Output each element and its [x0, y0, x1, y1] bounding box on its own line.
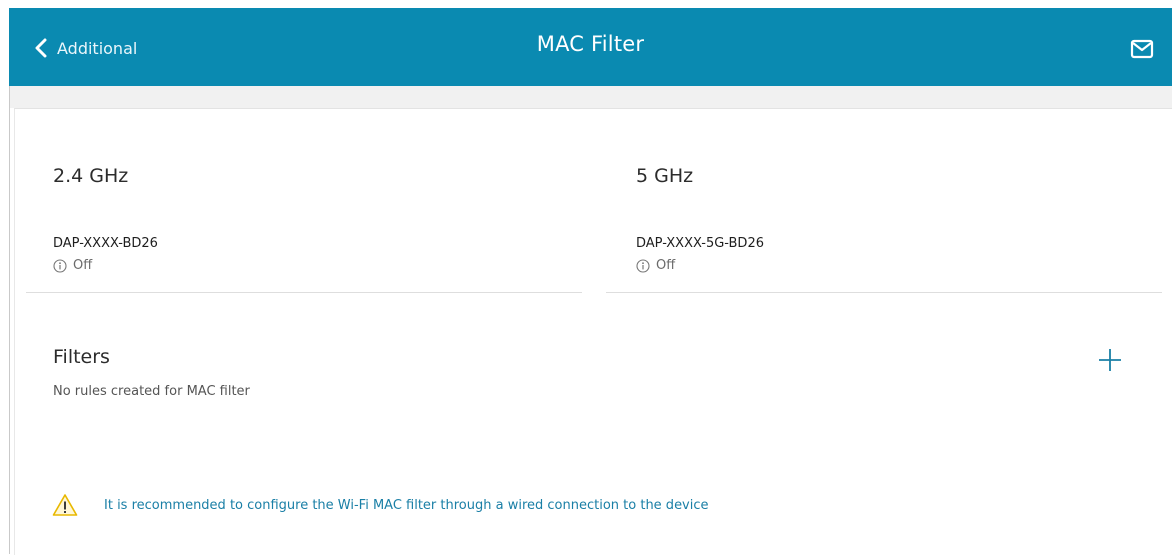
page-header: Additional MAC Filter	[9, 8, 1172, 86]
band-title-5ghz: 5 GHz	[636, 165, 694, 187]
window-top-margin	[0, 0, 1172, 8]
ssid-5ghz: DAP-XXXX-5G-BD26	[636, 236, 764, 251]
warning-triangle-icon	[52, 494, 78, 516]
content-card	[14, 108, 1172, 555]
divider-2-4ghz	[26, 292, 582, 293]
info-icon[interactable]	[636, 258, 650, 273]
window-left-margin	[0, 8, 9, 554]
status-label: Off	[73, 258, 93, 273]
info-icon[interactable]	[53, 258, 67, 273]
filters-title: Filters	[53, 346, 110, 368]
filters-empty-text: No rules created for MAC filter	[53, 384, 250, 399]
header-shadow-band	[10, 86, 1172, 108]
status-2-4ghz: Off	[53, 258, 92, 273]
warning-text: It is recommended to configure the Wi-Fi…	[104, 497, 709, 513]
mail-icon[interactable]	[1130, 38, 1154, 60]
plus-icon[interactable]	[1097, 347, 1123, 373]
warning-banner: It is recommended to configure the Wi-Fi…	[52, 493, 709, 517]
band-title-2-4ghz: 2.4 GHz	[53, 165, 129, 187]
divider-5ghz	[606, 292, 1162, 293]
ssid-2-4ghz: DAP-XXXX-BD26	[53, 236, 158, 251]
page-title: MAC Filter	[536, 32, 645, 56]
status-5ghz: Off	[636, 258, 675, 273]
status-label: Off	[656, 258, 676, 273]
